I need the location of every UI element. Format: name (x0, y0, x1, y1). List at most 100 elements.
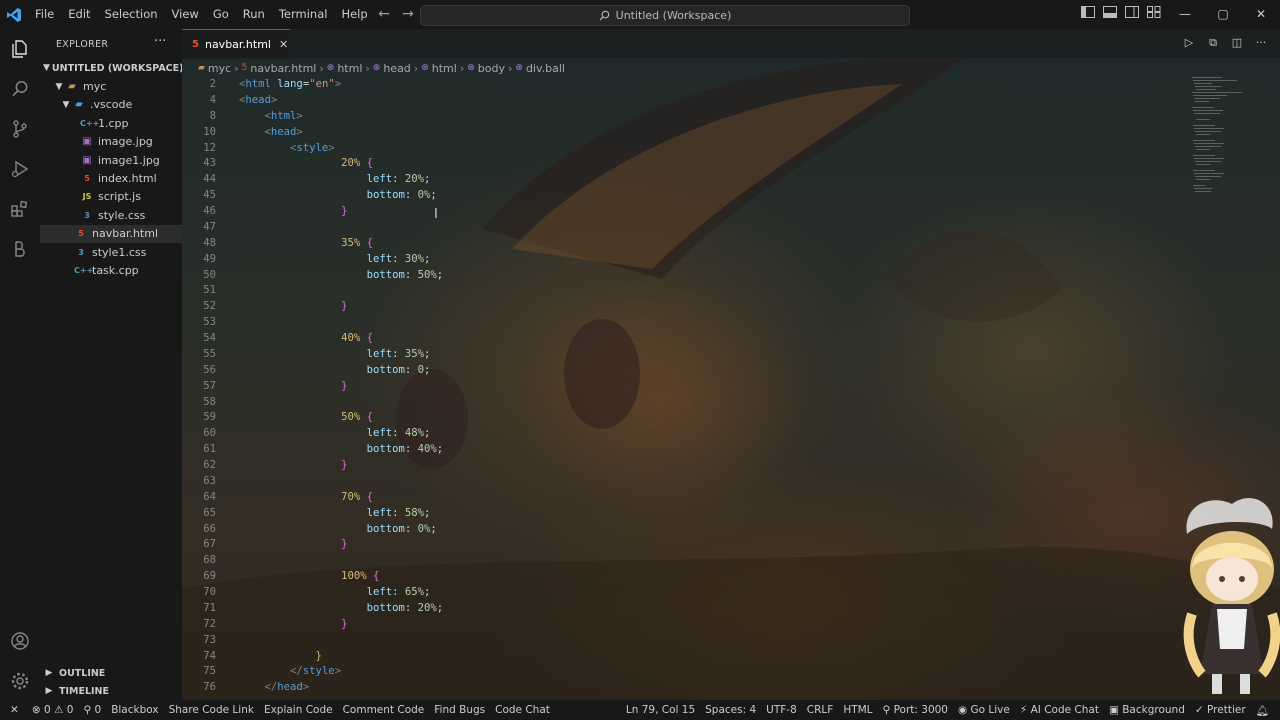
code-line[interactable]: 8 <html> (182, 109, 1182, 125)
code-line[interactable]: 73 (182, 633, 1182, 649)
file-item[interactable]: 3 style.css (40, 206, 182, 224)
toggle-primary-sidebar-icon[interactable] (1080, 6, 1096, 22)
code-line[interactable]: 52 } (182, 299, 1182, 315)
breadcrumb-item[interactable]: head (383, 62, 410, 75)
breadcrumb-item[interactable]: html (432, 62, 457, 75)
code-line[interactable]: 48 35% { (182, 236, 1182, 252)
code-line[interactable]: 64 70% { (182, 490, 1182, 506)
code-line[interactable]: 62 } (182, 458, 1182, 474)
menu-file[interactable]: File (28, 0, 61, 29)
remote-indicator-icon[interactable]: ✕ (0, 704, 27, 716)
code-line[interactable]: 55 left: 35%; (182, 347, 1182, 363)
back-arrow-icon[interactable]: ← (372, 0, 396, 29)
status-blackbox[interactable]: Blackbox (106, 704, 163, 716)
code-line[interactable]: 58 (182, 395, 1182, 411)
file-item[interactable]: 3 style1.css (40, 243, 182, 261)
go-live-button[interactable]: ◉ Go Live (953, 704, 1015, 716)
close-icon[interactable]: ✕ (279, 38, 288, 51)
code-line[interactable]: 72 } (182, 617, 1182, 633)
file-item[interactable]: C++ 1.cpp (40, 114, 182, 132)
code-line[interactable]: 59 50% { (182, 410, 1182, 426)
breadcrumb-item[interactable]: div.ball (526, 62, 565, 75)
code-line[interactable]: 45 bottom: 0%; (182, 188, 1182, 204)
end-of-line[interactable]: CRLF (802, 704, 839, 716)
code-line[interactable]: 65 left: 58%; (182, 506, 1182, 522)
code-line[interactable]: 67 } (182, 537, 1182, 553)
minimize-button[interactable]: — (1166, 0, 1204, 29)
code-line[interactable]: 75 </style> (182, 664, 1182, 680)
file-item[interactable]: ▣ image.jpg (40, 133, 182, 151)
minimap[interactable] (1192, 77, 1262, 197)
code-line[interactable]: 70 left: 65%; (182, 585, 1182, 601)
file-item[interactable]: ▣ image1.jpg (40, 151, 182, 169)
outline-section[interactable]: ▶ OUTLINE (40, 664, 182, 682)
status-share-code-link[interactable]: Share Code Link (164, 704, 259, 716)
cursor-position[interactable]: Ln 79, Col 15 (621, 704, 700, 716)
code-line[interactable]: 10 <head> (182, 125, 1182, 141)
toggle-secondary-sidebar-icon[interactable] (1124, 6, 1140, 22)
breadcrumb-item[interactable]: body (478, 62, 505, 75)
status-comment-code[interactable]: Comment Code (338, 704, 430, 716)
split-editor-icon[interactable]: ◫ (1230, 36, 1244, 50)
settings-gear-icon[interactable] (8, 669, 32, 693)
code-line[interactable]: 76 </head> (182, 680, 1182, 696)
customize-layout-icon[interactable] (1146, 6, 1162, 22)
menu-terminal[interactable]: Terminal (272, 0, 335, 29)
explorer-icon[interactable] (8, 37, 32, 61)
workspace-root[interactable]: ▼ UNTITLED (WORKSPACE) (40, 59, 183, 77)
code-line[interactable]: 47 (182, 220, 1182, 236)
extensions-icon[interactable] (8, 197, 32, 221)
tab-navbar-html[interactable]: 5 navbar.html ✕ (182, 29, 290, 59)
ai-code-chat-button[interactable]: ⚡ AI Code Chat (1015, 704, 1104, 716)
search-icon[interactable] (8, 77, 32, 101)
code-line[interactable]: 61 bottom: 40%; (182, 442, 1182, 458)
code-line[interactable]: 57 } (182, 379, 1182, 395)
breadcrumb-item[interactable]: navbar.html (250, 62, 316, 75)
breadcrumb-item[interactable]: html (337, 62, 362, 75)
indentation[interactable]: Spaces: 4 (700, 704, 761, 716)
code-line[interactable]: 54 40% { (182, 331, 1182, 347)
open-preview-icon[interactable]: ⧉ (1206, 36, 1220, 50)
status-find-bugs[interactable]: Find Bugs (429, 704, 490, 716)
code-line[interactable]: 56 bottom: 0; (182, 363, 1182, 379)
code-line[interactable]: 12 <style> (182, 141, 1182, 157)
timeline-section[interactable]: ▶ TIMELINE (40, 682, 182, 700)
code-line[interactable]: 49 left: 30%; (182, 252, 1182, 268)
code-line[interactable]: 46 } (182, 204, 1182, 220)
file-item[interactable]: JS script.js (40, 188, 182, 206)
menu-view[interactable]: View (165, 0, 206, 29)
problems-indicator[interactable]: ⊗ 0 ⚠ 0 (27, 704, 79, 716)
code-line[interactable]: 2 <html lang="en"> (182, 77, 1182, 93)
run-debug-icon[interactable] (8, 157, 32, 181)
file-item-selected[interactable]: 5 navbar.html (40, 224, 182, 243)
notifications-bell-icon[interactable]: 🔔︎ (1251, 704, 1274, 717)
code-line[interactable]: 53 (182, 315, 1182, 331)
menu-run[interactable]: Run (236, 0, 272, 29)
code-line[interactable]: 66 bottom: 0%; (182, 522, 1182, 538)
code-line[interactable]: 51 (182, 283, 1182, 299)
file-item[interactable]: C++ task.cpp (40, 261, 182, 279)
run-file-icon[interactable]: ▷ (1182, 36, 1196, 50)
prettier-button[interactable]: ✓ Prettier (1190, 704, 1251, 716)
more-actions-icon[interactable]: ··· (1254, 36, 1268, 50)
folder-vscode[interactable]: ▼ ▰ .vscode (40, 96, 182, 114)
source-control-icon[interactable] (8, 117, 32, 141)
blackbox-b-icon[interactable] (8, 237, 32, 261)
status-explain-code[interactable]: Explain Code (259, 704, 338, 716)
breadcrumb-item[interactable]: myc (208, 62, 231, 75)
folder-myc[interactable]: ▼ ▰ myc (40, 77, 182, 95)
status-code-chat[interactable]: Code Chat (490, 704, 555, 716)
encoding[interactable]: UTF-8 (761, 704, 802, 716)
toggle-panel-icon[interactable] (1102, 6, 1118, 22)
menu-selection[interactable]: Selection (98, 0, 165, 29)
file-item[interactable]: 5 index.html (40, 169, 182, 187)
code-line[interactable]: 60 left: 48%; (182, 426, 1182, 442)
port-status[interactable]: ⚲ Port: 3000 (878, 704, 953, 716)
forward-arrow-icon[interactable]: → (396, 0, 420, 29)
code-editor[interactable]: 2 <html lang="en"> 4 <head> 8 <html> 10 <head… (182, 77, 1182, 696)
background-button[interactable]: ▣ Background (1104, 704, 1190, 716)
code-line[interactable]: 4 <head> (182, 93, 1182, 109)
code-line[interactable]: 68 (182, 553, 1182, 569)
command-center[interactable]: Untitled (Workspace) (420, 5, 910, 26)
editor-area[interactable]: 5 navbar.html ✕ ▷ ⧉ ◫ ··· ▰ myc › 5 navb… (182, 29, 1280, 700)
